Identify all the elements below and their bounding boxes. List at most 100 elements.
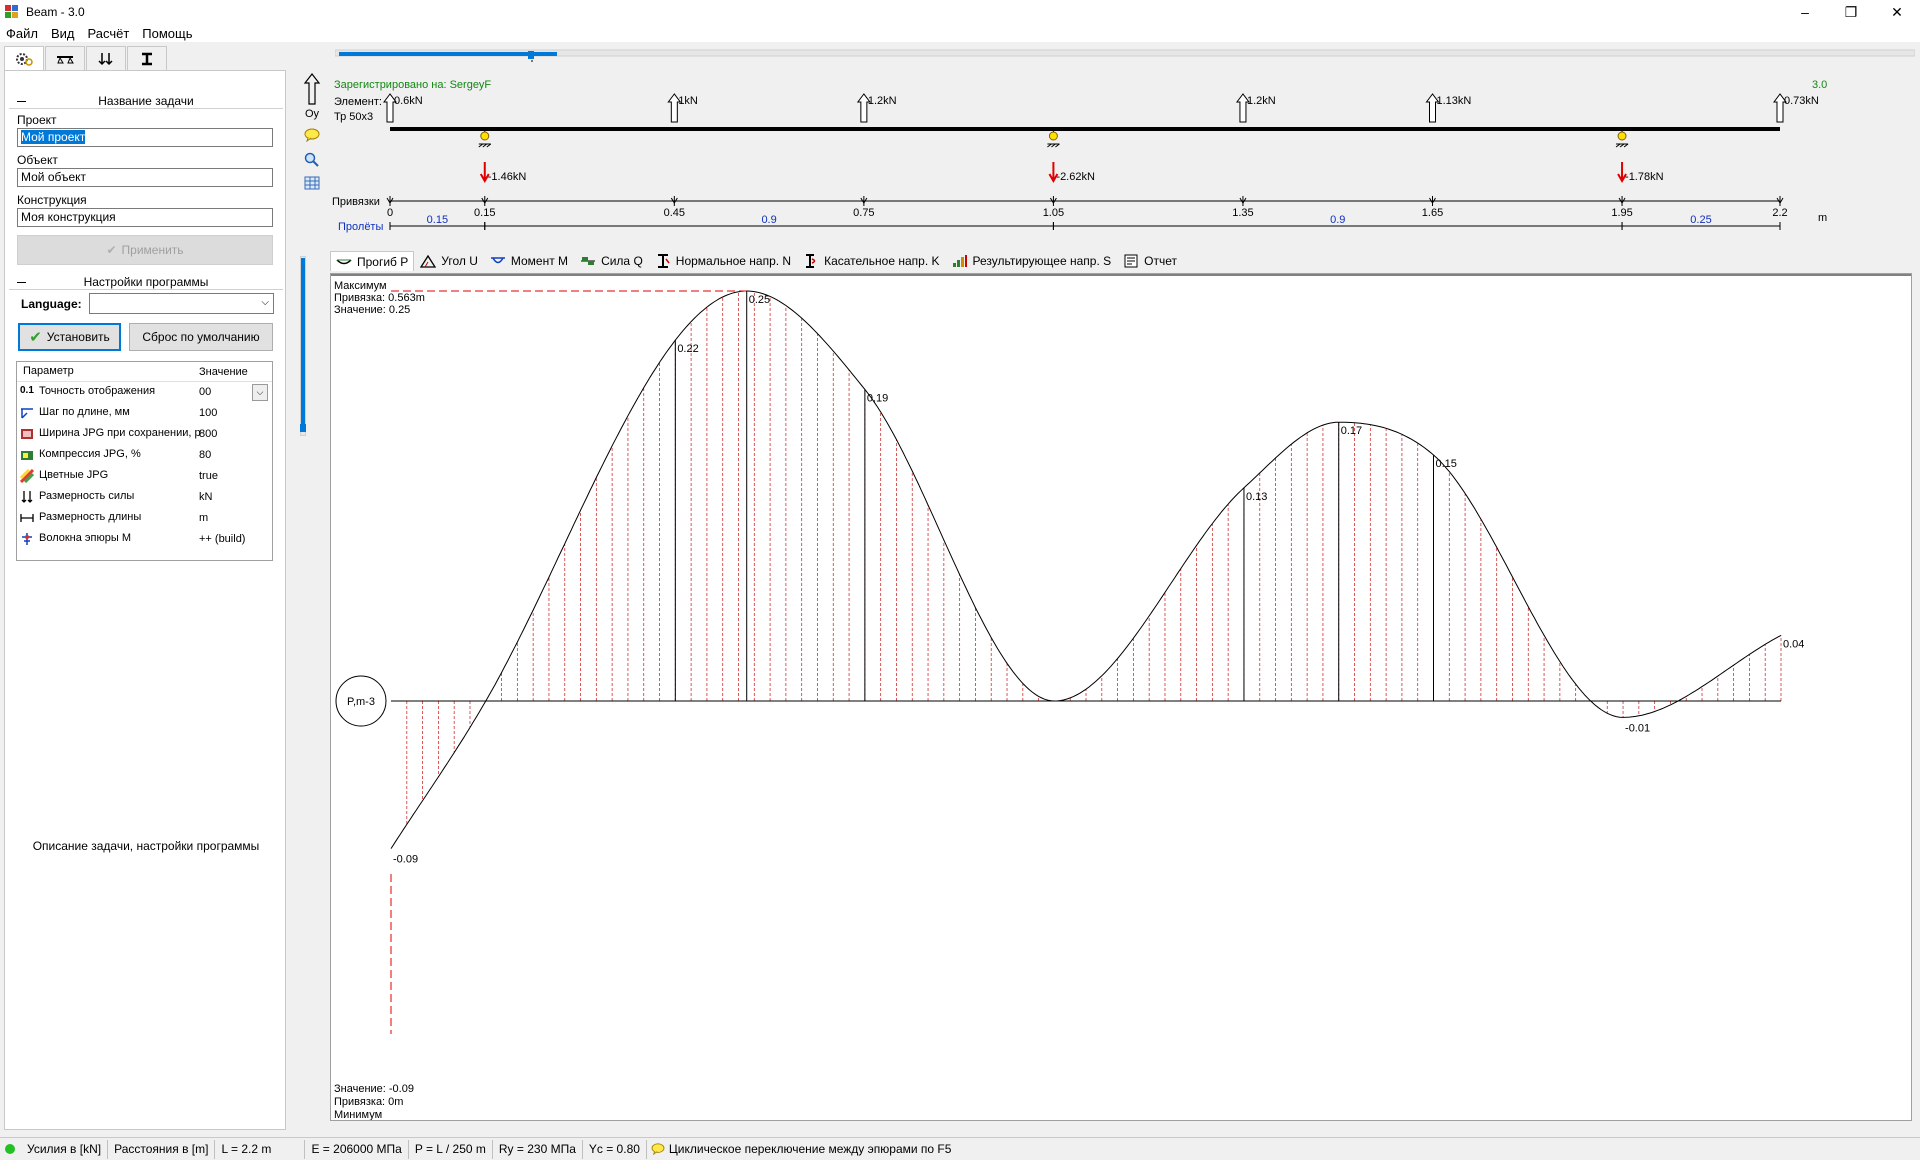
param-name: Цветные JPG [39,469,109,481]
tab-deflection[interactable]: Прогиб P [330,251,415,271]
binding-tick-label: 1.05 [1043,207,1064,219]
load-label: 1.2kN [868,95,897,107]
project-label: Проект [17,113,57,127]
table-icon [304,176,320,190]
load-label: 1kN [678,95,698,107]
param-name: Волокна эпюры М [39,532,131,544]
table-row[interactable]: Размерность длины m [17,508,272,529]
menu-view[interactable]: Вид [51,26,75,41]
data-label: 0.17 [1341,425,1362,437]
oy-tool[interactable] [300,72,324,109]
table-row[interactable]: Компрессия JPG, % 80 [17,445,272,466]
tab-report[interactable]: Отчет [1117,251,1183,271]
binding-tick-label: 0.15 [474,207,495,219]
param-value: m [199,512,209,524]
close-button[interactable]: ✕ [1874,0,1920,24]
data-label: 0.15 [1436,458,1457,470]
tab-loads[interactable] [86,46,126,70]
install-button[interactable]: ✔ Установить [18,323,121,351]
value-column-header[interactable]: Значение [199,366,248,378]
settings-section-header[interactable]: Настройки программы [9,274,283,290]
zoom-tool[interactable] [300,152,324,171]
menu-calc[interactable]: Расчёт [88,26,130,41]
tab-shear[interactable]: Сила Q [574,251,649,271]
moment-icon [490,257,505,264]
param-column-header[interactable]: Параметр [23,365,74,377]
deflection-curve [390,290,1782,849]
table-row[interactable]: Цветные JPG true [17,466,272,487]
param-value: 800 [199,428,218,440]
left-tabs [4,46,168,70]
tab-shear-stress[interactable]: Касательное напр. K [797,251,945,271]
support-joint [1617,131,1627,141]
jpg-width-icon [21,429,33,439]
table-row[interactable]: 0.1 Точность отображения 00 ⌵ [17,382,272,403]
minimize-button[interactable]: – [1782,0,1828,24]
gears-icon [16,52,33,66]
registered-text: Зарегистрировано на: SergeyF [334,79,491,91]
tab-normal-stress[interactable]: Нормальное напр. N [649,251,797,271]
force-unit-icon [21,491,33,503]
deflection-chart[interactable]: Максимум Привязка: 0.563m Значение: 0.25… [331,274,1911,1121]
language-select[interactable]: ⌵ [89,293,274,314]
beam-scheme[interactable]: Зарегистрировано на: SergeyF 3.0 Элемент… [330,72,1920,242]
table-row[interactable]: Волокна эпюры М ++ (build) [17,529,272,550]
apply-button[interactable]: ✔ Применить [17,235,273,265]
status-hint-text: Циклическое переключение между эпюрами п… [668,1142,952,1156]
binding-tick-label: 0.75 [853,207,874,219]
tab-angle[interactable]: Угол U [414,251,484,271]
task-section-header[interactable]: Название задачи [9,93,283,109]
table-row[interactable]: Ширина JPG при сохранении, р 800 [17,424,272,445]
normal-stress-icon [657,254,670,268]
tab-moment[interactable]: Момент M [484,251,574,271]
span-label: 0.9 [761,214,776,226]
data-label: 0.25 [749,294,770,306]
load-label: 0.73kN [1784,95,1819,107]
construction-field[interactable]: Моя конструкция [17,208,273,227]
comment-icon [304,128,320,143]
tab-section[interactable] [127,46,167,70]
left-panel-body: Название задачи Проект Мой проект Объект… [4,70,286,1130]
data-label: 0.13 [1246,491,1267,503]
restore-button[interactable]: ❐ [1828,0,1874,24]
menu-help[interactable]: Помощь [142,26,192,41]
object-field[interactable]: Мой объект [17,168,273,187]
tab-settings[interactable] [4,46,44,70]
element-label: Элемент: [334,96,382,108]
chart-marks: -0.09 0.22 0.25 0.19 0.13 0.17 0.15 -0.01 0.04 [390,290,1804,1034]
table-row[interactable]: Шаг по длине, мм 100 [17,403,272,424]
reaction-label: -2.62kN [1056,171,1095,183]
param-name: Ширина JPG при сохранении, р [39,427,201,439]
reset-button[interactable]: Сброс по умолчанию [129,323,273,351]
slider-thumb[interactable] [528,51,534,59]
slider-fill [339,52,557,56]
check-icon: ✔ [29,329,42,346]
task-header-label: Название задачи [98,94,194,108]
tab-supports[interactable] [45,46,85,70]
chevron-down-icon[interactable]: ⌵ [252,384,268,401]
bindings-label: Привязки [332,196,380,208]
scale-slider[interactable] [335,46,1915,62]
vertical-slider[interactable] [300,256,312,436]
param-value: 00 [199,386,212,398]
menu-file[interactable]: Файл [6,26,38,41]
tab-resulting-stress[interactable]: Результирующее напр. S [946,251,1118,271]
tab-label: Касательное напр. K [824,254,940,268]
app-window: Beam - 3.0 – ❐ ✕ Файл Вид Расчёт Помощь … [0,0,1920,1160]
slider-track [335,49,1915,57]
table-row[interactable]: Размерность силы kN [17,487,272,508]
support-joint [1048,131,1058,141]
comment-tool[interactable] [300,128,324,145]
data-label: -0.01 [1625,722,1650,734]
project-field[interactable]: Мой проект [17,128,273,147]
version-text: 3.0 [1812,79,1827,91]
vertical-slider-thumb[interactable] [300,424,306,432]
object-label: Объект [17,153,58,167]
table-tool[interactable] [300,176,324,193]
diagram-tabs: Прогиб P Угол U Момент M Сила Q Нормальн… [330,250,1912,272]
binding-tick-label: 1.65 [1422,207,1443,219]
min-title: Минимум [334,1109,382,1120]
beam-support-icon [57,55,74,63]
data-label: 0.22 [677,343,698,355]
data-label: 0.19 [867,392,888,404]
